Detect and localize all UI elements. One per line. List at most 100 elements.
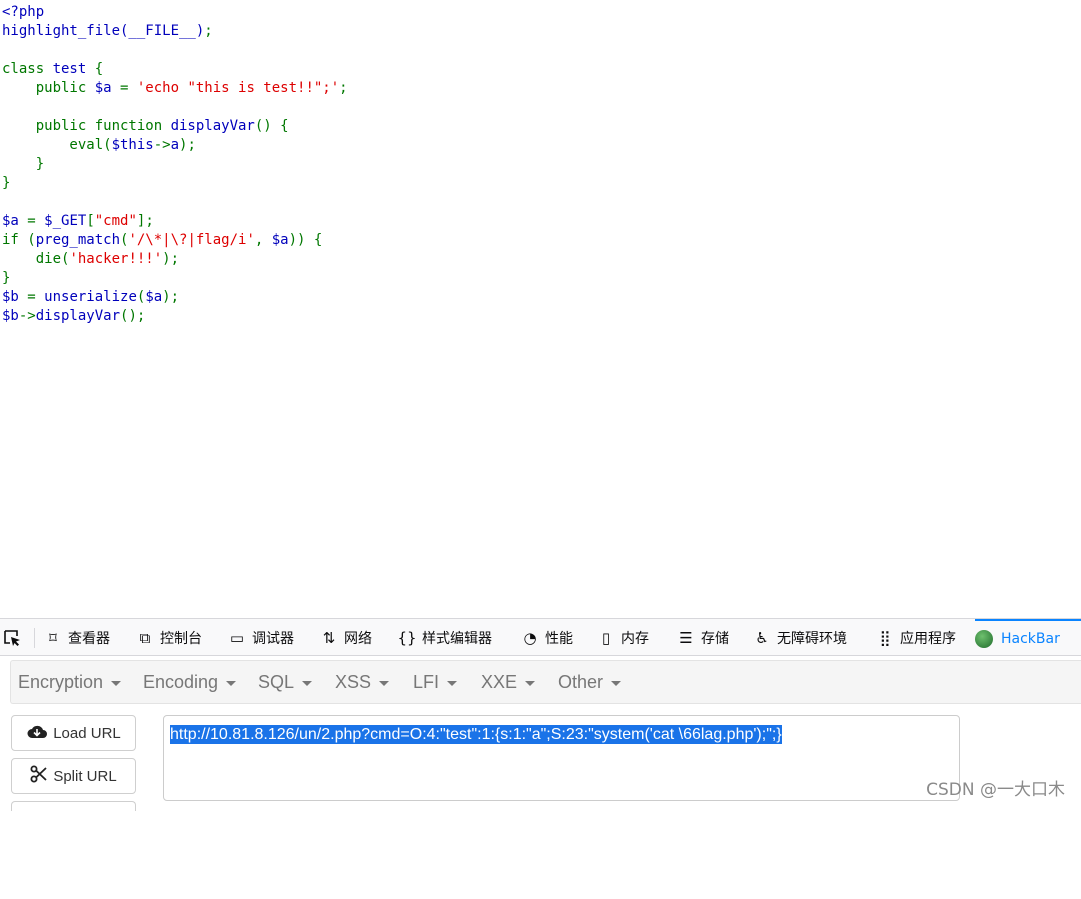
tab-无障碍环境[interactable]: ♿ 无障碍环境 xyxy=(753,619,863,656)
tab-label: 查看器 xyxy=(68,630,110,647)
menu-other[interactable]: Other xyxy=(558,661,622,703)
code-token: a xyxy=(170,137,180,153)
hackbar-icon xyxy=(975,629,993,648)
menu-label: XXE xyxy=(481,671,518,692)
code-token: () { xyxy=(254,118,289,134)
tab-hackbar[interactable]: HackBar xyxy=(975,619,1081,656)
code-token: $b xyxy=(2,308,19,324)
menu-xss[interactable]: XSS xyxy=(335,661,390,703)
code-token: } xyxy=(2,175,11,191)
code-line: $b = unserialize($a); xyxy=(2,288,348,307)
code-token: ); xyxy=(162,289,180,305)
tab-查看器[interactable]: ⌑ 查看器 xyxy=(44,619,124,656)
code-line: eval($this->a); xyxy=(2,136,348,155)
tab-调试器[interactable]: ▭ 调试器 xyxy=(228,619,308,656)
code-token: ); xyxy=(162,251,180,267)
menu-label: Encoding xyxy=(143,671,219,692)
code-token: class xyxy=(2,61,53,77)
tab-性能[interactable]: ◔ 性能 xyxy=(521,619,585,656)
scissors-icon xyxy=(30,765,48,788)
tab-样式编辑器[interactable]: {} 样式编辑器 xyxy=(397,619,508,656)
code-line: die('hacker!!!'); xyxy=(2,250,348,269)
code-line: <?php xyxy=(2,3,348,22)
load-url-label: Load URL xyxy=(53,724,121,742)
tab-label: 应用程序 xyxy=(900,630,956,647)
url-textarea[interactable]: http://10.81.8.126/un/2.php?cmd=O:4:"tes… xyxy=(163,715,960,801)
menu-lfi[interactable]: LFI xyxy=(413,661,458,703)
code-token: } xyxy=(2,270,11,286)
tab-label: 存储 xyxy=(701,630,729,647)
menu-label: XSS xyxy=(335,671,372,692)
code-token: public xyxy=(2,80,95,96)
code-token: <?php xyxy=(2,4,45,20)
code-token: ); xyxy=(179,137,196,153)
code-token: , xyxy=(254,232,272,248)
code-token: $a xyxy=(2,213,28,229)
next-hackbar-button[interactable] xyxy=(11,801,136,811)
devtools-panel: ⌑ 查看器 ⧉ 控制台 ▭ 调试器 ⇅ 网络 {} 样式编辑器 ◔ 性能 ▯ 内存 ☰ 存储 ♿ 无障碍环境 ⣿ 应用… xyxy=(0,618,1081,811)
code-line: class test { xyxy=(2,60,348,79)
code-line: public function displayVar() { xyxy=(2,117,348,136)
caret-down-icon xyxy=(379,680,390,686)
pick-element-icon xyxy=(4,629,20,646)
code-token: '/\*|\?|flag/i' xyxy=(128,232,255,248)
code-token: [ xyxy=(86,213,95,229)
application-icon: ⣿ xyxy=(879,628,891,647)
code-token: "cmd" xyxy=(94,213,137,229)
accessibility-icon: ♿ xyxy=(755,628,769,647)
style-editor-icon: {} xyxy=(397,628,417,647)
code-token: $a xyxy=(145,289,163,305)
hackbar-menu-bar: Encryption Encoding SQL XSS LFI XXE Other xyxy=(10,660,1081,704)
menu-xxe[interactable]: XXE xyxy=(481,661,536,703)
code-line: public $a = 'echo "this is test!!";'; xyxy=(2,79,348,98)
debugger-icon: ▭ xyxy=(229,628,245,647)
element-picker-button[interactable] xyxy=(2,619,26,656)
network-icon: ⇅ xyxy=(322,628,336,647)
code-token: = xyxy=(120,80,137,96)
code-token: preg_match xyxy=(35,232,121,248)
url-text-selected: http://10.81.8.126/un/2.php?cmd=O:4:"tes… xyxy=(170,725,782,744)
code-token: highlight_file(__FILE__) xyxy=(2,23,205,39)
caret-down-icon xyxy=(226,680,237,686)
console-icon: ⧉ xyxy=(139,628,151,647)
tab-label: 无障碍环境 xyxy=(777,630,847,647)
php-source-view: <?php highlight_file(__FILE__);class test… xyxy=(2,3,348,326)
code-token: $b xyxy=(2,289,28,305)
tab-内存[interactable]: ▯ 内存 xyxy=(597,619,667,656)
tab-label: 网络 xyxy=(344,630,372,647)
tab-应用程序[interactable]: ⣿ 应用程序 xyxy=(876,619,966,656)
code-line: } xyxy=(2,269,348,288)
split-url-button[interactable]: Split URL xyxy=(11,758,136,794)
code-token: ]; xyxy=(136,213,154,229)
caret-down-icon xyxy=(302,680,313,686)
menu-label: Other xyxy=(558,671,604,692)
code-token: = xyxy=(27,289,45,305)
code-token: -> xyxy=(18,308,36,324)
split-url-label: Split URL xyxy=(53,767,117,785)
storage-icon: ☰ xyxy=(679,628,693,647)
code-token: die( xyxy=(2,251,70,267)
code-line: $a = $_GET["cmd"]; xyxy=(2,212,348,231)
menu-sql[interactable]: SQL xyxy=(258,661,313,703)
tab-网络[interactable]: ⇅ 网络 xyxy=(320,619,384,656)
code-token: { xyxy=(94,61,104,77)
watermark: CSDN @一大口木 xyxy=(926,780,1065,800)
code-token: public function xyxy=(2,118,171,134)
code-token: $a xyxy=(271,232,289,248)
load-url-button[interactable]: Load URL xyxy=(11,715,136,751)
menu-label: LFI xyxy=(413,671,440,692)
tab-控制台[interactable]: ⧉ 控制台 xyxy=(136,619,216,656)
tab-存储[interactable]: ☰ 存储 xyxy=(677,619,741,656)
cloud-download-icon xyxy=(26,723,48,744)
menu-encoding[interactable]: Encoding xyxy=(143,661,237,703)
caret-down-icon xyxy=(447,680,458,686)
code-line: } xyxy=(2,155,348,174)
code-line: highlight_file(__FILE__); xyxy=(2,22,348,41)
code-token: eval( xyxy=(2,137,112,153)
caret-down-icon xyxy=(611,680,622,686)
menu-encryption[interactable]: Encryption xyxy=(18,661,122,703)
code-token: if ( xyxy=(2,232,36,248)
code-token: 'hacker!!!' xyxy=(69,251,163,267)
code-token: (); xyxy=(120,308,146,324)
